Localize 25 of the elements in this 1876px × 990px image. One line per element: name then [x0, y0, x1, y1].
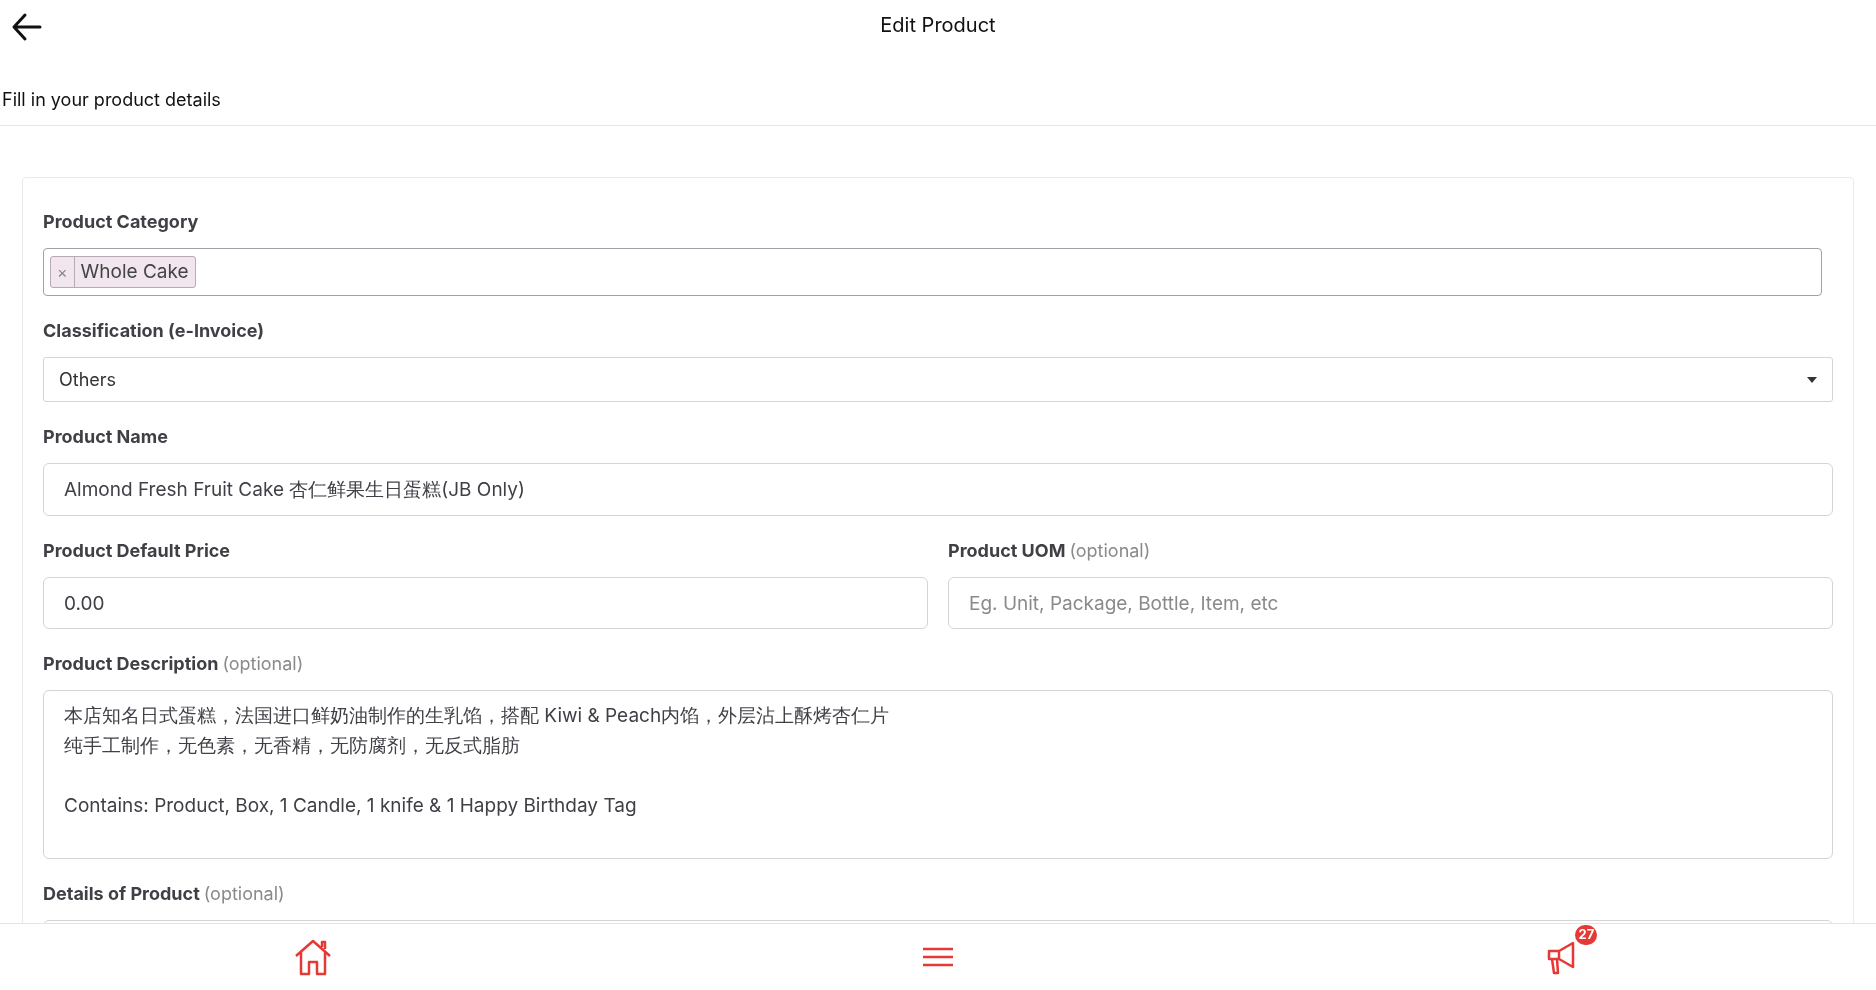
product-name-field[interactable]: Almond Fresh Fruit Cake 杏仁鲜果生日蛋糕(JB Only): [43, 463, 1833, 516]
page-subtitle: Fill in your product details: [1, 88, 221, 112]
description-field[interactable]: 本店知名日式蛋糕，法国进口鲜奶油制作的生乳馅，搭配 Kiwi & Peach内馅，外层沾上酥烤杏仁片 纯手工制作，无色素，无香精，无防腐剂，无反式脂肪 Contains: Product, Box, 1 Candle, 1 knife & 1 Happy Birthday Tag: [43, 690, 1833, 859]
classification-select[interactable]: Others: [43, 357, 1833, 402]
description-line: 纯手工制作，无色素，无香精，无防腐剂，无反式脂肪: [64, 733, 521, 759]
price-field[interactable]: 0.00: [43, 577, 928, 629]
field-label: Product Description: [43, 652, 219, 676]
optional-hint: (optional): [203, 882, 285, 906]
field-label: Product Name: [43, 425, 168, 449]
optional-hint: (optional): [222, 652, 304, 676]
menu-icon: [922, 946, 954, 968]
field-label: Classification (e-Invoice): [43, 319, 265, 343]
tag-label: Whole Cake: [79, 258, 190, 285]
field-label: Details of Product: [43, 882, 200, 906]
optional-hint: (optional): [1069, 539, 1151, 563]
caret-icon: [1807, 376, 1817, 383]
category-field[interactable]: × Whole Cake: [43, 248, 1822, 296]
description-line: Contains: Product, Box, 1 Candle, 1 knife & 1 Happy Birthday Tag: [64, 793, 638, 819]
description-line: 本店知名日式蛋糕，法国进口鲜奶油制作的生乳馅，搭配 Kiwi & Peach内馅，外层沾上酥烤杏仁片: [64, 703, 891, 729]
field-label: Product Category: [43, 210, 199, 234]
uom-field[interactable]: Eg. Unit, Package, Bottle, Item, etc: [948, 577, 1833, 629]
notification-badge: 27: [1575, 925, 1598, 945]
field-label: Product Default Price: [43, 539, 231, 563]
page-title: Edit Product: [880, 12, 996, 39]
field-label: Product UOM: [948, 539, 1066, 563]
